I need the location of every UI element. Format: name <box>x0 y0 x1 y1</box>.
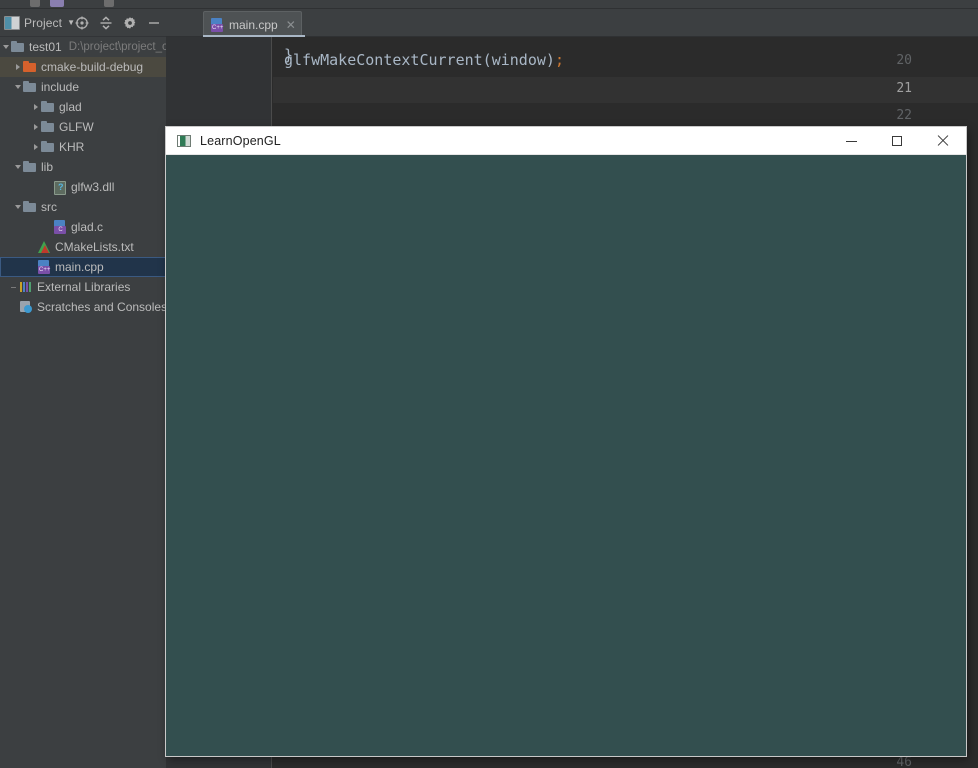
tree-node-label: External Libraries <box>37 280 131 294</box>
line-number: 22 <box>896 108 912 123</box>
toolbar-glyph-grey[interactable] <box>30 0 40 7</box>
tree-node[interactable]: Scratches and Consoles <box>0 297 166 317</box>
tree-node[interactable]: Cglad.c <box>0 217 166 237</box>
tree-node[interactable]: GLFW <box>0 117 166 137</box>
folder-icon <box>23 80 37 94</box>
line-number: 20 <box>896 53 912 68</box>
screen: Project ▼ test01 D:\project\project_c+ c… <box>0 0 978 768</box>
close-icon[interactable]: ✕ <box>286 19 296 31</box>
project-view-icon <box>4 15 20 30</box>
chevron-right-icon[interactable] <box>30 97 41 117</box>
locate-icon[interactable] <box>70 9 94 37</box>
folder-icon <box>41 140 55 154</box>
close-icon <box>937 135 949 147</box>
tree-node[interactable]: glfw3.dll <box>0 177 166 197</box>
project-tree: test01 D:\project\project_c+ cmake-build-d… <box>0 37 166 317</box>
minimize-button[interactable] <box>828 127 874 155</box>
project-tool-window: Project ▼ test01 D:\project\project_c+ c… <box>0 9 166 768</box>
tree-node-label: glfw3.dll <box>71 180 115 194</box>
tree-node[interactable]: KHR <box>0 137 166 157</box>
tree-node[interactable]: src <box>0 197 166 217</box>
project-panel-tools <box>70 9 166 37</box>
toolbar-glyph-purple[interactable] <box>50 0 64 7</box>
chevron-right-icon[interactable] <box>30 117 41 137</box>
cpp-file-icon: C++ <box>210 17 224 32</box>
project-panel-title[interactable]: Project <box>24 16 62 30</box>
gear-icon[interactable] <box>118 9 142 37</box>
tree-node[interactable]: test01 D:\project\project_c+ <box>0 37 166 57</box>
chevron-right-icon[interactable] <box>12 57 23 77</box>
ide-toolbar-strip <box>0 0 978 9</box>
maximize-button[interactable] <box>874 127 920 155</box>
minimize-icon <box>845 140 857 142</box>
opengl-window-icon <box>177 134 191 147</box>
folder-icon <box>11 40 25 54</box>
dll-file-icon <box>53 180 67 195</box>
chevron-down-icon[interactable] <box>0 37 11 57</box>
line-number: 46 <box>896 755 912 768</box>
tree-node[interactable]: cmake-build-debug <box>0 57 166 77</box>
code-punct: ; <box>554 51 564 69</box>
window-title: LearnOpenGL <box>200 133 281 148</box>
tree-node-label: main.cpp <box>55 260 104 274</box>
tree-node[interactable]: C++ main.cpp <box>0 257 166 277</box>
maximize-icon <box>892 136 902 146</box>
line-number-current: 21 <box>896 81 912 96</box>
tree-node-label: cmake-build-debug <box>41 60 144 74</box>
folder-icon <box>41 100 55 114</box>
code-text: glfwMakeContextCurrent(window) <box>284 51 555 69</box>
tab-label: main.cpp <box>229 17 278 32</box>
folder-orange-icon <box>23 60 37 74</box>
tree-node[interactable]: External Libraries <box>0 277 166 297</box>
window-controls <box>828 127 966 155</box>
tree-node-path: D:\project\project_c+ <box>68 41 166 53</box>
tree-node-label: Scratches and Consoles <box>37 300 166 314</box>
tree-node[interactable]: lib <box>0 157 166 177</box>
file-icon-badge: C++ <box>39 267 51 273</box>
toolbar-glyph-grey-2[interactable] <box>104 0 114 7</box>
code-line-20: glfwMakeContextCurrent(window); <box>284 51 564 69</box>
tree-node-label: include <box>41 80 80 94</box>
tree-node[interactable]: CMakeLists.txt <box>0 237 166 257</box>
chevron-down-icon[interactable] <box>12 197 23 217</box>
scratches-icon <box>19 300 33 314</box>
tree-node-label: test01 <box>29 40 62 54</box>
learnopengl-window[interactable]: LearnOpenGL <box>166 127 966 756</box>
close-button[interactable] <box>920 127 966 155</box>
tree-node-label: src <box>41 200 57 214</box>
window-titlebar[interactable]: LearnOpenGL <box>166 127 966 155</box>
tree-node[interactable]: glad <box>0 97 166 117</box>
collapse-all-icon[interactable] <box>94 9 118 37</box>
folder-icon <box>23 160 37 174</box>
tree-node-label: glad.c <box>71 220 104 234</box>
external-libraries-icon <box>19 280 33 294</box>
tree-node-label: lib <box>41 160 54 174</box>
cmake-file-icon <box>37 240 51 254</box>
tree-node-label: glad <box>59 100 82 114</box>
tree-node-label: GLFW <box>59 120 94 134</box>
project-panel-header: Project ▼ <box>0 9 166 37</box>
tree-node[interactable]: include <box>0 77 166 97</box>
editor-tabs-row: C++ main.cpp ✕ <box>166 9 978 37</box>
c-file-icon: C <box>53 220 67 234</box>
tab-main-cpp[interactable]: C++ main.cpp ✕ <box>203 11 302 37</box>
dash-icon[interactable] <box>8 277 19 297</box>
tree-node-label: KHR <box>59 140 85 154</box>
file-icon-badge: C <box>58 227 63 233</box>
chevron-right-icon[interactable] <box>30 137 41 157</box>
chevron-down-icon[interactable] <box>12 157 23 177</box>
folder-icon <box>41 120 55 134</box>
cpp-file-icon: C++ <box>37 260 51 274</box>
chevron-down-icon[interactable] <box>12 77 23 97</box>
cpp-file-icon-badge: C++ <box>212 24 224 31</box>
folder-icon <box>23 200 37 214</box>
tree-node-label: CMakeLists.txt <box>55 240 134 254</box>
opengl-viewport[interactable] <box>166 155 966 756</box>
hide-icon[interactable] <box>142 9 166 37</box>
